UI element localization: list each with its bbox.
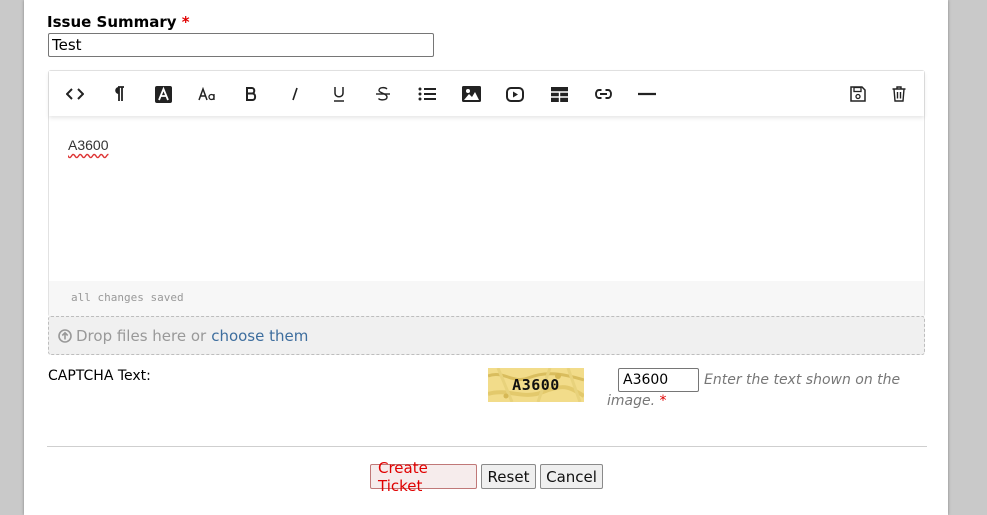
choose-files-link[interactable]: choose them <box>211 327 308 345</box>
save-draft-button[interactable] <box>844 80 872 108</box>
list-icon <box>418 87 436 101</box>
font-size-button[interactable] <box>193 80 221 108</box>
underline-button[interactable] <box>325 80 353 108</box>
rich-text-editor: A3600 all changes saved <box>48 70 925 317</box>
captcha-image: A3600 <box>488 368 584 402</box>
strikethrough-button[interactable] <box>369 80 397 108</box>
video-icon <box>506 86 524 102</box>
upload-icon <box>58 328 72 343</box>
trash-icon <box>892 86 906 102</box>
table-icon <box>550 86 568 102</box>
dropzone-text: Drop files here or <box>76 326 207 345</box>
editor-status-bar: all changes saved <box>49 281 924 316</box>
list-button[interactable] <box>413 80 441 108</box>
table-button[interactable] <box>545 80 573 108</box>
captcha-required-mark: * <box>659 393 667 409</box>
delete-draft-button[interactable] <box>885 80 913 108</box>
save-icon <box>850 86 866 102</box>
text-color-button[interactable] <box>149 80 177 108</box>
text-color-icon <box>154 85 172 103</box>
code-brackets-icon <box>66 88 84 100</box>
editor-content-area[interactable]: A3600 <box>49 116 924 281</box>
image-icon <box>461 86 481 102</box>
required-mark: * <box>181 13 190 31</box>
horizontal-rule-icon <box>638 92 656 96</box>
create-ticket-button[interactable]: Create Ticket <box>370 459 477 495</box>
source-code-button[interactable] <box>61 80 89 108</box>
underline-icon <box>334 87 344 102</box>
issue-summary-label-text: Issue Summary <box>47 13 177 31</box>
font-size-icon <box>198 87 215 101</box>
paragraph-button[interactable] <box>105 80 133 108</box>
italic-icon <box>292 87 298 101</box>
editor-content-text[interactable]: A3600 <box>68 137 108 153</box>
reset-button[interactable]: Reset <box>481 464 536 489</box>
bold-button[interactable] <box>237 80 265 108</box>
bold-icon <box>246 87 257 101</box>
form-divider <box>47 446 927 447</box>
link-button[interactable] <box>589 80 617 108</box>
video-button[interactable] <box>501 80 529 108</box>
cancel-button[interactable]: Cancel <box>540 464 603 489</box>
captcha-hint-line1: Enter the text shown on the <box>704 372 901 388</box>
captcha-hint-line2: image. <box>607 393 656 409</box>
image-button[interactable] <box>457 80 485 108</box>
italic-button[interactable] <box>281 80 309 108</box>
horizontal-rule-button[interactable] <box>633 80 661 108</box>
issue-summary-label: Issue Summary * <box>47 13 190 31</box>
captcha-label: CAPTCHA Text: <box>48 368 151 384</box>
captcha-image-text: A3600 <box>512 376 560 394</box>
editor-toolbar <box>49 71 924 116</box>
strikethrough-icon <box>376 86 390 101</box>
file-dropzone[interactable]: Drop files here or choose them <box>48 316 925 355</box>
issue-summary-input[interactable] <box>48 33 434 57</box>
pilcrow-icon <box>115 86 124 101</box>
save-status-text: all changes saved <box>71 291 184 304</box>
captcha-hint: Enter the text shown on the image. * <box>607 370 907 412</box>
link-icon <box>594 89 612 99</box>
